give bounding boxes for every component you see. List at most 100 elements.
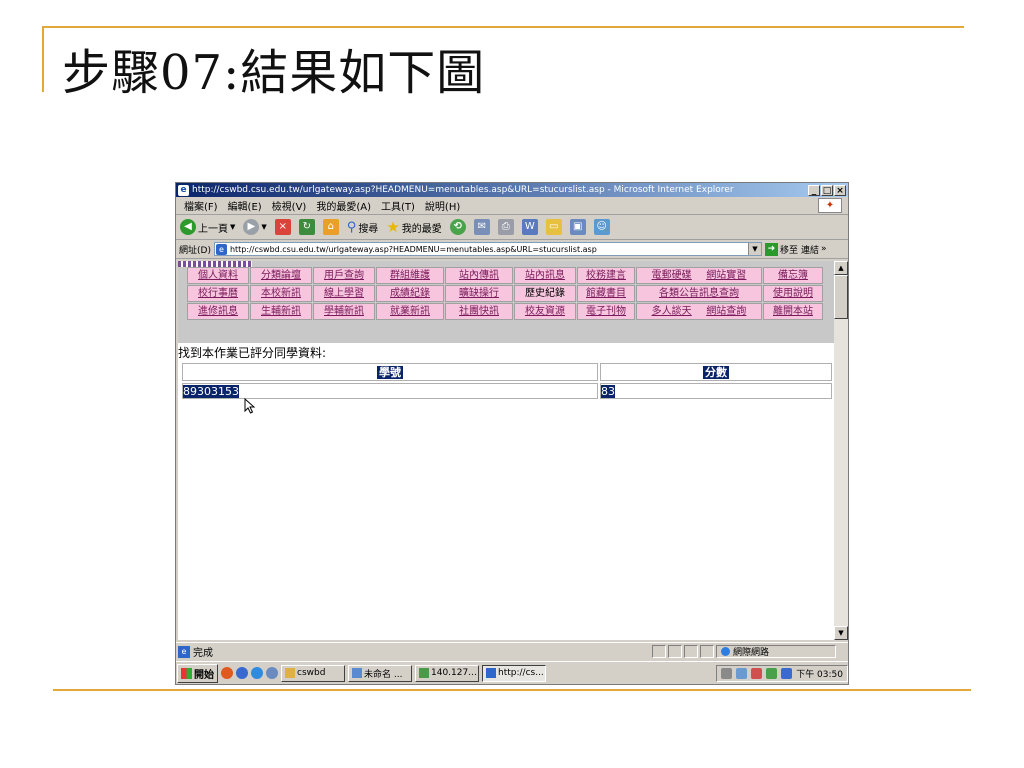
nav-link[interactable]: 學輔新訊 [313, 303, 375, 320]
desktop-icon[interactable] [266, 667, 278, 679]
mouse-cursor-icon [244, 398, 256, 414]
refresh-icon[interactable]: ↻ [298, 219, 315, 235]
menu-edit[interactable]: 編輯(E) [228, 198, 262, 213]
close-button[interactable]: × [834, 184, 846, 196]
address-url: http://cswbd.csu.edu.tw/urlgateway.asp?H… [229, 244, 597, 254]
back-button[interactable]: ◀ 上一頁 ▼ [180, 219, 235, 235]
menu-view[interactable]: 檢視(V) [272, 198, 307, 213]
more-label: » [820, 244, 827, 254]
address-input[interactable]: e http://cswbd.csu.edu.tw/urlgateway.asp… [213, 242, 762, 256]
chevron-down-icon: ▼ [261, 223, 267, 231]
nav-link[interactable]: 電子刊物 [577, 303, 635, 320]
nav-link[interactable]: 校友資源 [514, 303, 576, 320]
nav-link[interactable]: 線上學習 [313, 285, 375, 302]
menu-help[interactable]: 說明(H) [425, 198, 460, 213]
page-done-icon: e [178, 645, 190, 658]
favorites-label: 我的最愛 [401, 223, 442, 235]
nav-link[interactable]: 分類論壇 [250, 267, 312, 284]
nav-link[interactable]: 館藏書目 [577, 285, 635, 302]
links-button[interactable]: 連結 » [801, 243, 827, 256]
terminal-icon [419, 668, 429, 678]
status-bar: e 完成 網際網路 [176, 642, 848, 660]
nav-link[interactable]: 曠缺操行 [445, 285, 513, 302]
vertical-scrollbar[interactable]: ▲ ▼ [834, 261, 848, 640]
nav-link[interactable]: 校行事曆 [187, 285, 249, 302]
quicklaunch-icon[interactable] [221, 667, 233, 679]
nav-link[interactable]: 備忘簿 [763, 267, 823, 284]
scroll-up-icon[interactable]: ▲ [834, 261, 848, 275]
taskbar-item[interactable]: 未命名 ... [348, 664, 412, 682]
window-titlebar[interactable]: e http://cswbd.csu.edu.tw/urlgateway.asp… [176, 183, 848, 197]
volume-icon[interactable] [781, 667, 793, 679]
menu-favorites[interactable]: 我的最愛(A) [316, 198, 371, 213]
results-table: 學號 分數 89303153 83 [180, 361, 834, 401]
network-icon[interactable] [766, 667, 778, 679]
taskbar-item[interactable]: 140.127... [415, 664, 479, 682]
maximize-button[interactable]: □ [821, 184, 833, 196]
keyboard-icon[interactable] [721, 667, 733, 679]
taskbar-item-active[interactable]: http://cs... [482, 664, 546, 682]
nav-link[interactable]: 群組維護 [376, 267, 444, 284]
menu-tools[interactable]: 工具(T) [381, 198, 415, 213]
nav-link[interactable]: 就業新訊 [376, 303, 444, 320]
print-icon[interactable]: ⎙ [497, 219, 514, 235]
nav-link[interactable]: 生輔新訊 [250, 303, 312, 320]
stop-icon[interactable]: × [274, 219, 291, 235]
nav-link[interactable]: 各類公告訊息查詢 [636, 285, 762, 302]
slide-title: 步驟07:結果如下圖 [62, 45, 486, 101]
nav-link[interactable]: 電郵硬碟 [652, 268, 692, 283]
nav-link[interactable]: 本校新訊 [250, 285, 312, 302]
research-icon[interactable]: ▣ [569, 219, 586, 235]
go-label: 移至 [779, 245, 798, 256]
nav-link[interactable]: 社團快訊 [445, 303, 513, 320]
chevron-down-icon[interactable]: ▼ [747, 243, 761, 255]
nav-link[interactable]: 網站查詢 [706, 304, 746, 319]
nav-link[interactable]: 個人資料 [187, 267, 249, 284]
window-title: http://cswbd.csu.edu.tw/urlgateway.asp?H… [192, 185, 734, 195]
forward-button[interactable]: ▶ ▼ [243, 219, 267, 235]
folder-icon[interactable]: ▭ [545, 219, 562, 235]
nav-link[interactable]: 進修訊息 [187, 303, 249, 320]
search-button[interactable]: ⚲ 搜尋 [347, 220, 379, 235]
taskbar: 開始 cswbd 未命名 ... 140.127... http://cs...… [176, 661, 848, 684]
messenger-icon[interactable]: ☺ [593, 219, 610, 235]
nav-link[interactable]: 成績紀錄 [376, 285, 444, 302]
favorites-button[interactable]: ★ 我的最愛 [386, 218, 441, 236]
start-button[interactable]: 開始 [177, 663, 218, 683]
search-label: 搜尋 [358, 223, 379, 235]
ie-quicklaunch-icon[interactable] [251, 667, 263, 679]
chevron-down-icon: ▼ [230, 223, 236, 231]
scroll-thumb[interactable] [834, 275, 848, 319]
back-arrow-icon: ◀ [180, 219, 196, 235]
security-zone: 網際網路 [716, 645, 836, 658]
status-panel [652, 645, 666, 658]
nav-link[interactable]: 使用說明 [763, 285, 823, 302]
tray-icon[interactable] [751, 667, 763, 679]
nav-link[interactable]: 用戶查詢 [313, 267, 375, 284]
globe-icon [721, 647, 730, 656]
top-divider [44, 26, 964, 28]
browser-window: e http://cswbd.csu.edu.tw/urlgateway.asp… [175, 182, 849, 685]
nav-link[interactable]: 站內訊息 [514, 267, 576, 284]
ie-icon: e [178, 184, 189, 196]
nav-link[interactable]: 校務建言 [577, 267, 635, 284]
bottom-divider [53, 689, 971, 691]
menu-file[interactable]: 檔案(F) [184, 198, 218, 213]
nav-link[interactable]: 多人談天 [652, 304, 692, 319]
windows-logo-icon: ✦ [818, 198, 842, 213]
nav-link[interactable]: 離開本站 [763, 303, 823, 320]
nav-link[interactable]: 網站實習 [706, 268, 746, 283]
scroll-down-icon[interactable]: ▼ [834, 626, 848, 640]
ie-icon [486, 668, 496, 678]
nav-link[interactable]: 站內傳訊 [445, 267, 513, 284]
column-header-student-id: 學號 [182, 363, 598, 381]
taskbar-item[interactable]: cswbd [281, 664, 345, 682]
edit-icon[interactable]: W [521, 219, 538, 235]
tray-icon[interactable] [736, 667, 748, 679]
minimize-button[interactable]: _ [808, 184, 820, 196]
go-button[interactable]: ➜ 移至 [764, 242, 798, 256]
history-icon[interactable]: ⟲ [449, 219, 466, 235]
home-icon[interactable]: ⌂ [322, 219, 339, 235]
quicklaunch-icon[interactable] [236, 667, 248, 679]
mail-icon[interactable]: ✉ [473, 219, 490, 235]
